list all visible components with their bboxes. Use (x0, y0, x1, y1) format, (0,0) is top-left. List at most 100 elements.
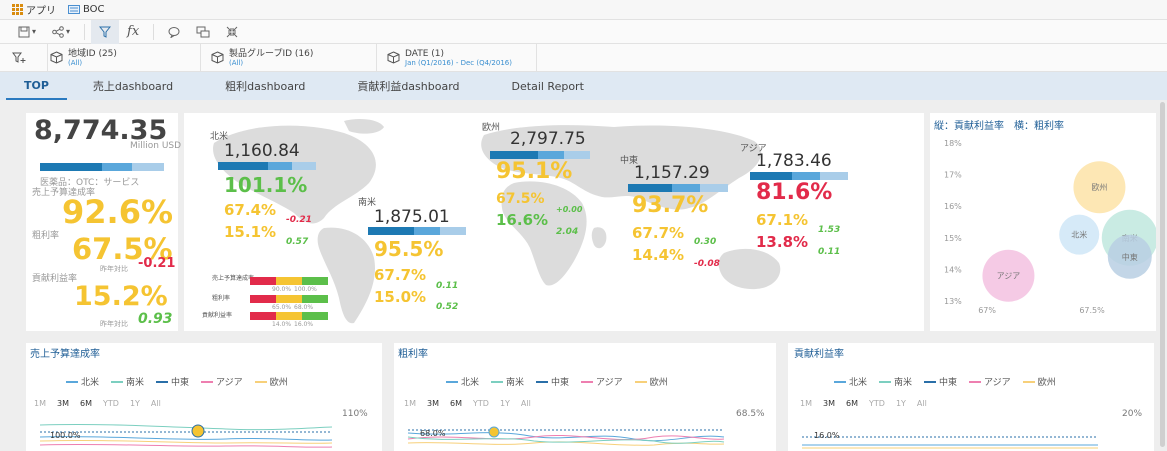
region-as-contrib-delta: 0.11 (818, 247, 841, 257)
range-ytd[interactable]: YTD (869, 399, 885, 408)
gross-yoy-label: 昨年対比 (100, 265, 128, 273)
filter-bar: 地域ID (25) (All) 製品グループID (16) (All) DATE (… (0, 44, 1167, 72)
filter-icon (99, 26, 112, 38)
range-1m[interactable]: 1M (34, 399, 46, 408)
apps-grid-icon (12, 4, 23, 15)
filter-region-name: 地域ID (25) (68, 48, 117, 59)
share-button[interactable]: ▾ (44, 20, 78, 44)
bubble-label: 欧州 (1091, 182, 1107, 192)
legend-item[interactable]: 欧州 (254, 375, 288, 388)
legend-item[interactable]: 中東 (536, 375, 569, 388)
panel-legend: 北米 南米 中東 アジア 欧州 (834, 375, 1056, 388)
legend-item[interactable]: 中東 (924, 375, 957, 388)
region-na-gross: 67.4% (224, 201, 277, 219)
map-legend-label-gross: 粗利率 (212, 295, 231, 302)
region-as-contrib: 13.8% (756, 233, 809, 251)
collapse-icon (226, 26, 238, 37)
legend-item[interactable]: 南米 (491, 375, 524, 388)
document-tab[interactable]: BOC (68, 4, 105, 15)
legend-item[interactable]: 北米 (446, 375, 479, 388)
tab-gross-dashboard[interactable]: 粗利dashboard (199, 72, 331, 100)
region-sa-contrib: 15.0% (374, 288, 427, 306)
range-6m[interactable]: 6M (846, 399, 858, 408)
range-6m[interactable]: 6M (450, 399, 462, 408)
add-filter-button[interactable] (0, 44, 48, 71)
filter-product-group[interactable]: 製品グループID (16) (All) (201, 44, 377, 71)
range-ytd[interactable]: YTD (103, 399, 119, 408)
map-legend-label-contrib: 貢献利益率 (202, 312, 233, 319)
bubble-label: 中東 (1122, 252, 1138, 262)
region-na-sales: 101.1% (224, 173, 308, 197)
region-eu-sales: 95.1% (496, 159, 573, 184)
range-3m[interactable]: 3M (427, 399, 439, 408)
range-all[interactable]: All (151, 399, 161, 408)
bubble-chart-plot: 18%17%16%15%14%13%67%67.5%欧州北米南米中東アジア (944, 139, 1156, 315)
legend-item[interactable]: アジア (581, 375, 623, 388)
filter-toggle-button[interactable] (91, 19, 120, 44)
region-me-sales: 93.7% (632, 193, 709, 218)
range-3m[interactable]: 3M (57, 399, 69, 408)
range-6m[interactable]: 6M (80, 399, 92, 408)
panel-legend: 北米 南米 中東 アジア 欧州 (446, 375, 668, 388)
legend-item[interactable]: 中東 (156, 375, 189, 388)
range-1y[interactable]: 1Y (500, 399, 510, 408)
collapse-button[interactable] (218, 20, 246, 44)
contrib-label: 貢献利益率 (32, 274, 78, 284)
legend-item[interactable]: アジア (969, 375, 1011, 388)
tab-top[interactable]: TOP (6, 72, 67, 100)
apps-menu[interactable]: アプリ (12, 2, 56, 17)
map-legend-bar-gross (250, 295, 328, 303)
tab-detail-report[interactable]: Detail Report (486, 72, 610, 100)
range-1y[interactable]: 1Y (896, 399, 906, 408)
bubble-chart-card: 縦：貢献利益率 横：粗利率 18% 17% 16% 15% 14% 13% 67% 67.5%… (930, 113, 1156, 331)
filter-date[interactable]: DATE (1) Jan (Q1/2016) - Dec (Q4/2016) (377, 44, 537, 71)
region-na-contrib: 15.1% (224, 223, 277, 241)
trend-panel-sales: 売上予算達成率 北米 南米 中東 アジア 欧州 1M 3M 6M YTD 1Y … (26, 343, 382, 451)
comment-button[interactable] (160, 20, 188, 44)
range-1y[interactable]: 1Y (130, 399, 140, 408)
region-eu-total: 2,797.75 (510, 129, 586, 149)
range-selector: 1M 3M 6M YTD 1Y All (800, 399, 927, 408)
region-me-bar (628, 184, 728, 192)
region-na-total: 1,160.84 (224, 141, 300, 161)
summary-kpi-card: 8,774.35 Million USD 医薬品：OTC：サービス 売上予算達成… (26, 113, 181, 331)
legend-item[interactable]: 欧州 (634, 375, 668, 388)
sales-value: 92.6% (62, 193, 174, 231)
save-button[interactable]: ▾ (10, 20, 44, 44)
map-legend-tick: 65.0% (272, 304, 292, 311)
tab-contribution-dashboard[interactable]: 貢献利益dashboard (331, 72, 485, 100)
region-as-gross-delta: 1.53 (818, 225, 841, 235)
sheet-tabs: TOP 売上dashboard 粗利dashboard 貢献利益dashboar… (0, 72, 1167, 100)
legend-item[interactable]: 北米 (834, 375, 867, 388)
legend-item[interactable]: 北米 (66, 375, 99, 388)
range-selector: 1M 3M 6M YTD 1Y All (404, 399, 531, 408)
region-map-card: 北米 1,160.84 101.1% 67.4% -0.21 15.1% 0.5… (184, 113, 924, 331)
legend-item[interactable]: アジア (201, 375, 243, 388)
cube-icon (387, 51, 400, 64)
range-ytd[interactable]: YTD (473, 399, 489, 408)
tab-sales-dashboard[interactable]: 売上dashboard (67, 72, 199, 100)
bubble-y-tick: 15% (944, 234, 962, 243)
vertical-scrollbar[interactable] (1160, 102, 1165, 447)
document-label: BOC (83, 4, 105, 15)
discussion-button[interactable] (188, 20, 218, 44)
filter-region-value: (All) (68, 58, 83, 67)
legend-item[interactable]: 南米 (111, 375, 144, 388)
range-3m[interactable]: 3M (823, 399, 835, 408)
range-1m[interactable]: 1M (404, 399, 416, 408)
legend-item[interactable]: 南米 (879, 375, 912, 388)
add-filter-icon (12, 52, 26, 63)
region-sa-gross-delta: 0.11 (436, 281, 459, 291)
trend-panel-gross: 粗利率 北米 南米 中東 アジア 欧州 1M 3M 6M YTD 1Y All … (394, 343, 776, 451)
legend-item[interactable]: 欧州 (1022, 375, 1056, 388)
range-1m[interactable]: 1M (800, 399, 812, 408)
filter-date-name: DATE (1) (405, 48, 445, 59)
gross-yoy-value: -0.21 (138, 256, 176, 271)
region-me-gross: 67.7% (632, 224, 685, 242)
range-all[interactable]: All (521, 399, 531, 408)
filter-region[interactable]: 地域ID (25) (All) (48, 44, 201, 71)
formula-button[interactable]: fx (119, 20, 147, 44)
chevron-down-icon: ▾ (32, 27, 37, 36)
range-all[interactable]: All (917, 399, 927, 408)
save-icon (18, 26, 30, 37)
